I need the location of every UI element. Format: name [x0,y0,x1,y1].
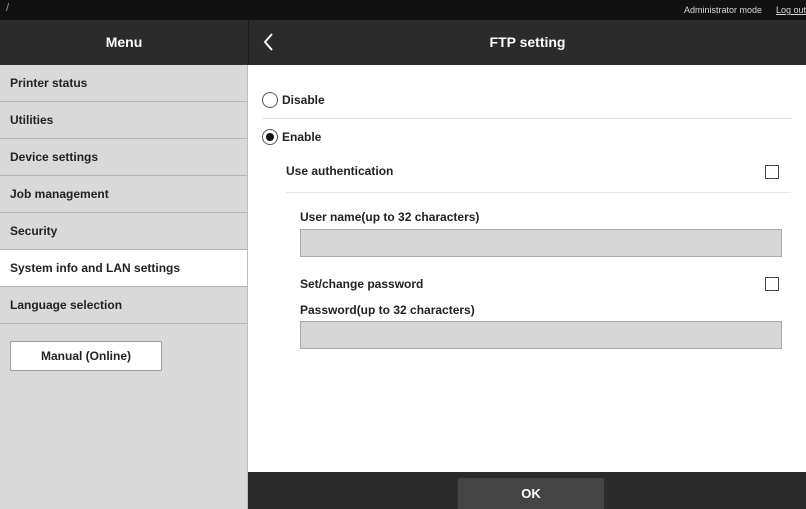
use-authentication-label: Use authentication [286,164,394,178]
divider [262,118,792,119]
set-change-password-checkbox[interactable] [765,277,779,291]
logout-link[interactable]: Log out [776,5,806,15]
sidebar-item-device-settings[interactable]: Device settings [0,139,247,176]
administrator-mode-label: Administrator mode [683,5,762,15]
ok-button[interactable]: OK [458,478,604,509]
ftp-settings-panel: Disable Enable Use authentication User n… [248,65,806,472]
disable-option[interactable]: Disable [262,90,325,110]
sidebar-item-utilities[interactable]: Utilities [0,102,247,139]
menu-title: Menu [105,34,143,50]
sidebar-item-printer-status[interactable]: Printer status [0,65,247,102]
back-button[interactable] [258,29,280,55]
divider [286,192,791,193]
use-authentication-checkbox[interactable] [765,165,779,179]
chevron-left-icon [263,33,273,51]
top-status-bar: / Administrator mode Log out [0,0,806,20]
page-title: FTP setting [489,34,566,50]
set-change-password-label: Set/change password [300,277,424,291]
enable-option[interactable]: Enable [262,127,321,147]
password-input[interactable] [300,321,782,349]
sidebar-item-language-selection[interactable]: Language selection [0,287,247,324]
sidebar-menu: Printer status Utilities Device settings… [0,65,248,509]
disable-label: Disable [282,93,325,107]
username-label: User name(up to 32 characters) [300,210,480,224]
manual-online-button[interactable]: Manual (Online) [10,341,162,371]
disable-radio[interactable] [262,92,278,108]
enable-radio[interactable] [262,129,278,145]
header-bar: Menu FTP setting [0,20,806,65]
sidebar-item-security[interactable]: Security [0,213,247,250]
enable-label: Enable [282,130,322,144]
sidebar-item-job-management[interactable]: Job management [0,176,247,213]
topbar-glyph: / [6,2,10,14]
footer-bar: OK [248,472,806,509]
username-input[interactable] [300,229,782,257]
password-label: Password(up to 32 characters) [300,303,475,317]
sidebar-item-system-info[interactable]: System info and LAN settings [0,250,247,287]
